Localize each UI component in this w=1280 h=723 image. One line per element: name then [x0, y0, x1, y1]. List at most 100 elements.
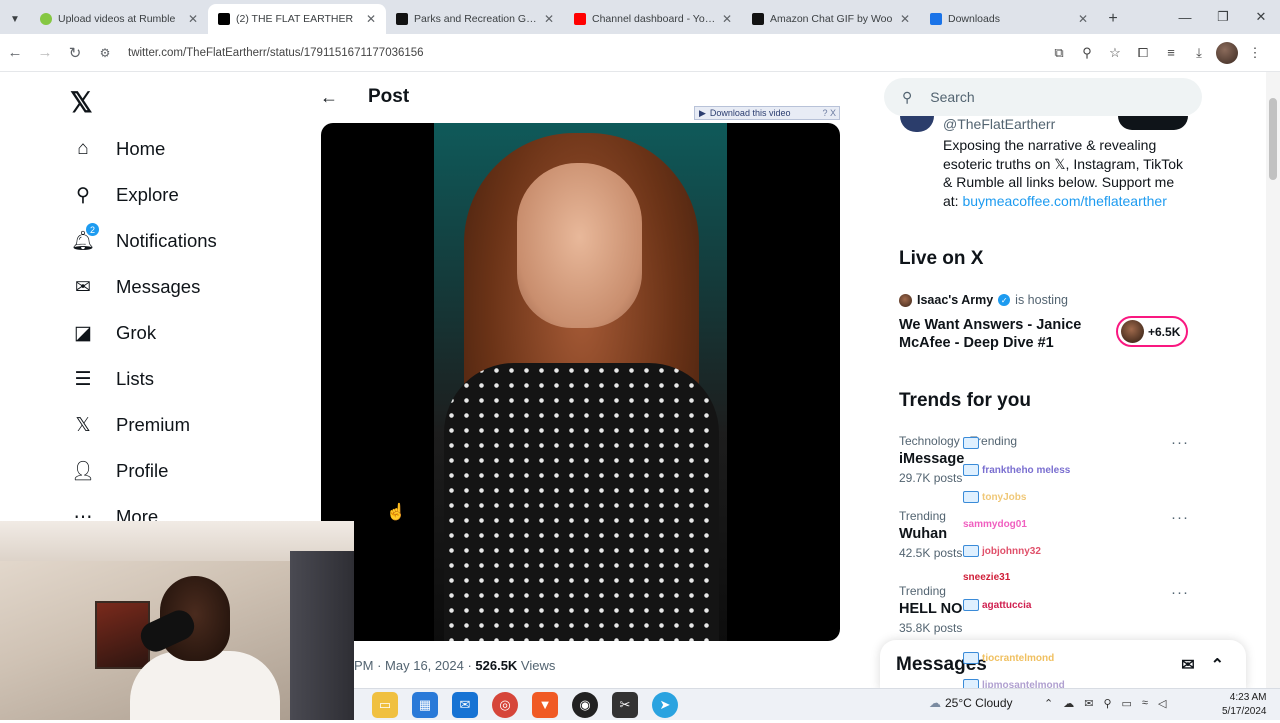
media-icon[interactable]: ≡ [1160, 42, 1182, 64]
minimize-icon[interactable]: — [1166, 0, 1204, 34]
mail-icon[interactable]: ✉ [452, 691, 478, 718]
bell-icon: 🔔︎ 2 [71, 223, 99, 252]
extensions-icon[interactable]: ⧠ [1132, 42, 1154, 64]
taskbar-clock[interactable]: 4:23 AM 5/17/2024 [1222, 691, 1267, 719]
browser-tab-strip: ▼ Upload videos at Rumble ✕ (2) THE FLAT … [0, 0, 1280, 34]
volume-icon[interactable]: ◁ [1158, 697, 1166, 710]
space-host[interactable]: Isaac's Army ✓ is hosting [899, 293, 1068, 307]
telegram-icon[interactable]: ➤ [652, 691, 678, 718]
browser-tab[interactable]: Downloads ✕ [920, 4, 1098, 34]
expand-icon[interactable]: ⌃ [1211, 655, 1224, 675]
nav-profile[interactable]: 👤︎ Profile [70, 460, 169, 482]
new-tab-button[interactable]: + [1098, 4, 1128, 34]
onedrive-icon[interactable]: ☁ [1063, 697, 1074, 710]
back-arrow-icon[interactable]: ← [320, 87, 338, 108]
space-title[interactable]: We Want Answers - Janice McAfee - Deep D… [899, 316, 1099, 352]
chevron-up-icon[interactable]: ⌃ [1044, 697, 1053, 710]
close-tab-icon[interactable]: ✕ [1078, 12, 1088, 26]
nav-lists[interactable]: ☰ Lists [72, 368, 154, 390]
stream-chat-overlay: franktheho meless tonyJobs sammydog01 jo… [963, 433, 1103, 723]
browser-tab-active[interactable]: (2) THE FLAT EARTHER ✕ [208, 4, 386, 34]
zoom-icon[interactable]: ⚲ [1076, 42, 1098, 64]
search-icon: ⚲ [902, 88, 913, 105]
brave-icon[interactable]: ▼ [532, 691, 558, 718]
avatar [899, 293, 912, 307]
person-icon: 👤︎ [70, 461, 96, 482]
close-tab-icon[interactable]: ✕ [188, 12, 198, 26]
rumble-favicon-icon [40, 13, 52, 25]
close-tab-icon[interactable]: ✕ [544, 12, 554, 26]
webcam-overlay [0, 521, 354, 720]
video-player[interactable] [321, 123, 840, 641]
browser-tab[interactable]: Channel dashboard - YouT ✕ [564, 4, 742, 34]
verified-icon: ✓ [998, 294, 1011, 306]
menu-kebab-icon[interactable]: ⋮ [1244, 42, 1266, 64]
profile-handle[interactable]: @TheFlatEartherr [943, 116, 1055, 132]
close-tab-icon[interactable]: ✕ [900, 12, 910, 26]
nav-explore[interactable]: ⚲ Explore [72, 184, 179, 206]
download-video-bar[interactable]: ▶ Download this video ? X [694, 106, 840, 120]
page-scrollbar[interactable] [1266, 72, 1280, 688]
close-window-icon[interactable]: ✕ [1242, 0, 1280, 34]
nav-messages[interactable]: ✉ Messages [72, 276, 200, 298]
chat-line: tonyJobs [963, 491, 1026, 503]
chat-line: franktheho meless [963, 464, 1070, 476]
close-tab-icon[interactable]: ✕ [366, 12, 376, 26]
more-options-icon[interactable]: ··· [1171, 584, 1189, 601]
chat-badge-icon [963, 464, 979, 476]
x-logo-icon[interactable]: 𝕏 [70, 86, 93, 119]
back-icon[interactable]: ← [0, 38, 30, 68]
close-tab-icon[interactable]: ✕ [722, 12, 732, 26]
download-bar-controls[interactable]: ? X [822, 108, 839, 118]
file-explorer-icon[interactable]: ▭ [372, 691, 398, 718]
mail-tray-icon[interactable]: ✉ [1084, 697, 1093, 710]
post-timestamp: PM · May 16, 2024 · 526.5K Views [354, 658, 556, 673]
follow-button[interactable] [1118, 116, 1188, 130]
usb-icon[interactable]: ⚲ [1103, 697, 1111, 710]
nav-notifications[interactable]: 🔔︎ 2 Notifications [71, 223, 217, 252]
battery-icon[interactable]: ▭ [1122, 697, 1132, 710]
page-title: Post [368, 86, 410, 107]
browser-tab[interactable]: Parks and Recreation GIFs ✕ [386, 4, 564, 34]
view-count: 526.5K [475, 658, 518, 673]
forward-icon[interactable]: → [30, 38, 60, 68]
giphy-favicon-icon [396, 13, 408, 25]
window-controls: — ❐ ✕ [1166, 0, 1280, 34]
profile-avatar[interactable] [1216, 41, 1238, 64]
bio-link[interactable]: buymeacoffee.com/theflatearther [962, 193, 1166, 209]
more-options-icon[interactable]: ··· [1171, 434, 1189, 451]
install-app-icon[interactable]: ⧉ [1048, 42, 1070, 64]
chrome-icon[interactable]: ◎ [492, 691, 518, 718]
store-icon[interactable]: ▦ [412, 691, 438, 718]
giphy-favicon-icon [752, 13, 764, 25]
site-info-icon[interactable]: ⚙ [90, 38, 120, 68]
toolbar-icons: ⧉ ⚲ ☆ ⧠ ≡ ⤓ ⋮ [1048, 41, 1266, 64]
wifi-icon[interactable]: ≈ [1142, 697, 1148, 710]
obs-icon[interactable]: ◉ [572, 691, 598, 718]
grok-icon: ◪ [74, 322, 92, 344]
chat-line [963, 437, 982, 449]
tab-search-icon[interactable]: ▼ [0, 4, 30, 34]
download-icon[interactable]: ⤓ [1188, 42, 1210, 64]
weather-widget[interactable]: ☁ 25°C Cloudy [929, 696, 1013, 710]
maximize-icon[interactable]: ❐ [1204, 0, 1242, 34]
video-frame-image [434, 123, 727, 641]
browser-tab[interactable]: Upload videos at Rumble ✕ [30, 4, 208, 34]
play-icon: ▶ [699, 107, 706, 118]
browser-tab[interactable]: Amazon Chat GIF by Woo ✕ [742, 4, 920, 34]
nav-home[interactable]: ⌂ Home [72, 138, 165, 160]
avatar[interactable] [900, 116, 934, 132]
nav-grok[interactable]: ◪ Grok [72, 322, 156, 344]
bookmark-star-icon[interactable]: ☆ [1104, 42, 1126, 64]
post-header: ← Post [320, 86, 409, 108]
new-message-icon[interactable]: ✉ [1181, 655, 1194, 675]
search-input[interactable]: ⚲ Search [884, 78, 1202, 116]
live-section-title: Live on X [899, 248, 984, 269]
profile-bio: Exposing the narrative & revealing esote… [943, 137, 1184, 209]
nav-premium[interactable]: 𝕏 Premium [72, 414, 190, 436]
reload-icon[interactable]: ↻ [60, 38, 90, 68]
capcut-icon[interactable]: ✂ [612, 691, 638, 718]
listeners-pill[interactable]: +6.5K [1116, 316, 1188, 347]
url-field[interactable]: twitter.com/TheFlatEartherr/status/17911… [128, 47, 1048, 59]
more-options-icon[interactable]: ··· [1171, 509, 1189, 526]
